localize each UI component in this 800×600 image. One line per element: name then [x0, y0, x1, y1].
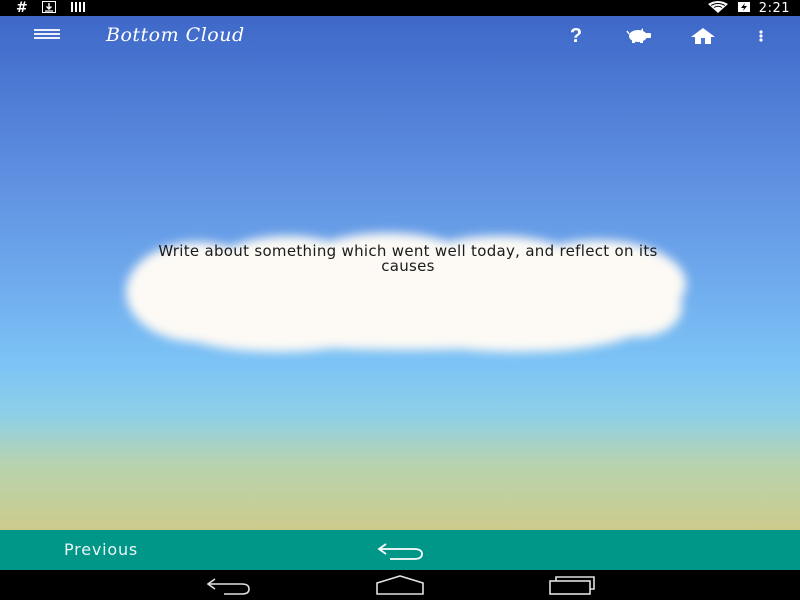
action-bar: Bottom Cloud ? — [0, 16, 800, 56]
home-icon[interactable] — [690, 24, 716, 48]
battery-icon — [737, 1, 751, 16]
help-icon[interactable]: ? — [563, 24, 589, 48]
download-icon — [41, 0, 56, 16]
wifi-icon — [707, 0, 729, 16]
navigation-bar — [0, 570, 800, 600]
piggy-bank-icon[interactable] — [626, 24, 652, 48]
prompt-text: Write about something which went well to… — [158, 242, 658, 275]
status-bar: # 2:21 — [0, 0, 800, 16]
app-title: Bottom Cloud — [106, 24, 245, 46]
menu-icon[interactable] — [34, 29, 60, 43]
previous-button[interactable]: Previous — [64, 540, 138, 559]
recents-icon[interactable] — [546, 574, 598, 596]
clock-time: 2:21 — [758, 0, 790, 16]
overflow-menu-icon[interactable] — [748, 24, 774, 48]
hash-icon: # — [16, 0, 28, 16]
bottom-bar: Previous — [0, 530, 800, 570]
back-icon[interactable] — [204, 574, 254, 596]
signal-bars-icon — [70, 1, 86, 16]
undo-arrow-icon[interactable] — [376, 540, 426, 562]
home-icon[interactable] — [374, 574, 426, 596]
prompt-cloud[interactable]: Write about something which went well to… — [118, 222, 694, 362]
